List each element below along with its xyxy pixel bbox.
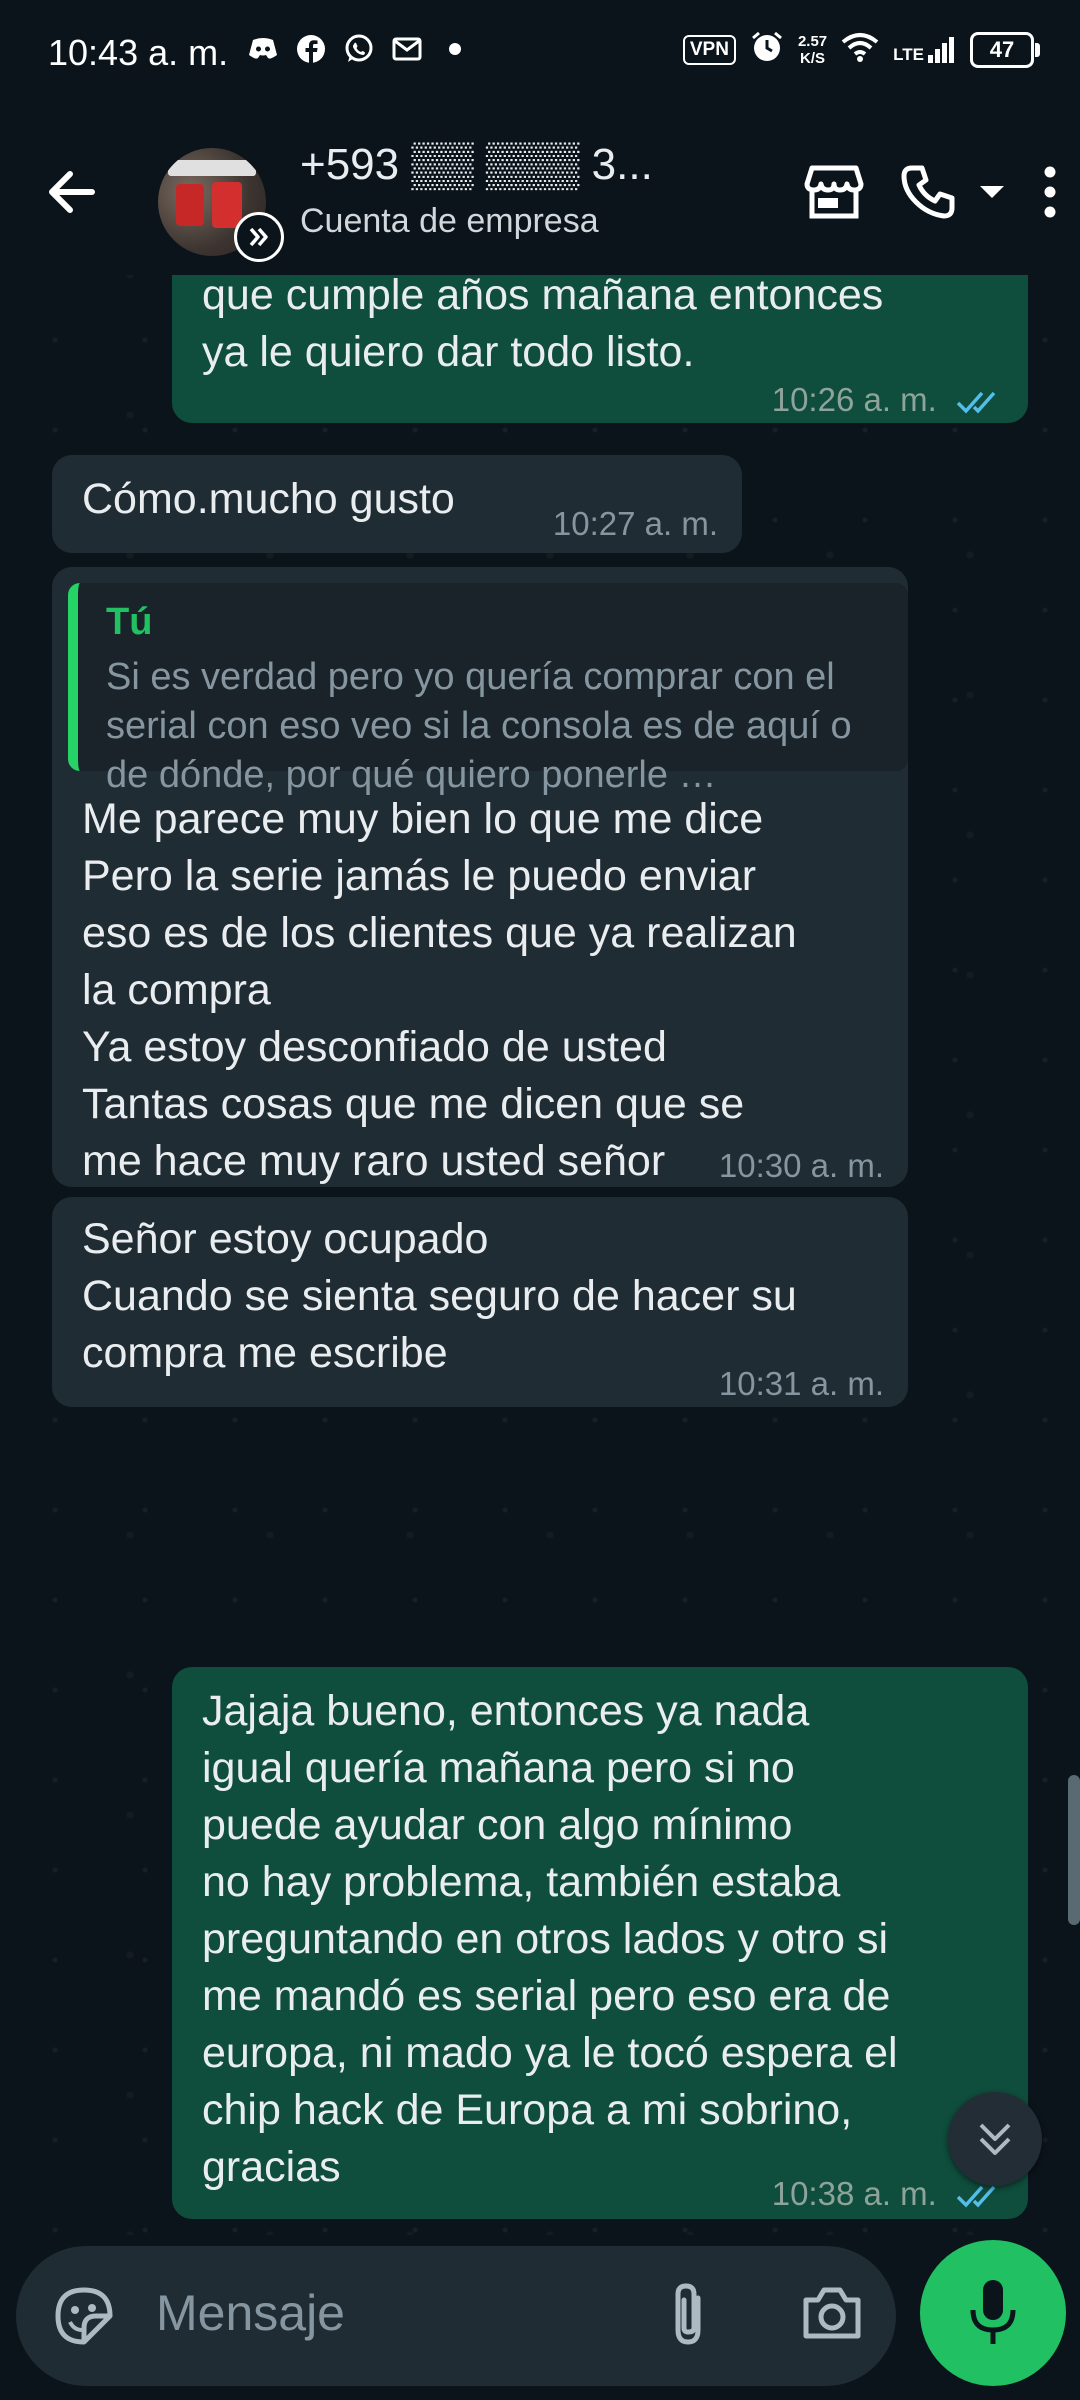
message-list[interactable]: que cumple años mañana entonces ya le qu… [0,275,1080,2235]
mic-icon [970,2280,1016,2344]
vpn-badge: VPN [682,34,736,65]
arrow-left-icon[interactable] [42,162,102,227]
message-time: 10:31 a. m. [718,1365,884,1402]
message-time: 10:26 a. m. [772,381,1004,419]
incoming-message[interactable]: Cómo.mucho gusto 10:27 a. m. [52,455,742,553]
net-speed-unit: K/S [800,49,826,67]
outgoing-message[interactable]: Jajaja bueno, entonces ya nada igual que… [172,1667,1028,2219]
discord-icon [246,32,280,66]
mail-icon [390,32,424,66]
camera-icon[interactable] [800,2284,864,2347]
message-text: que cumple años mañana entonces ya le qu… [202,275,884,376]
read-ticks-icon [956,2186,996,2208]
chat-header: +593 ▒▒ ▒▒▒ 3... Cuenta de empresa [0,110,1080,275]
contact-subtitle: Cuenta de empresa [300,202,599,240]
message-time-text: 10:38 a. m. [771,2175,937,2212]
double-chevron-down-icon[interactable] [948,2092,1042,2186]
net-speed-value: 2.57 [797,32,828,50]
incoming-message[interactable]: Señor estoy ocupado Cuando se sienta seg… [52,1197,908,1407]
quote-author: Tú [106,601,153,643]
business-badge-icon [234,212,284,262]
more-notifications-dot-icon [438,32,472,66]
paperclip-icon[interactable] [666,2280,710,2357]
header-actions [804,162,1060,227]
wifi-icon [841,32,879,67]
whatsapp-icon [342,32,376,66]
contact-name[interactable]: +593 ▒▒ ▒▒▒ 3... [300,140,653,190]
chat-scrollbar[interactable] [1068,1775,1080,1925]
status-time: 10:43 a. m. [48,32,229,73]
network-type: LTE [893,44,924,64]
outgoing-message[interactable]: que cumple años mañana entonces ya le qu… [172,275,1028,423]
alarm-icon [750,30,784,69]
notification-icons [246,32,472,66]
facebook-icon [294,32,328,66]
message-input[interactable]: Mensaje [156,2284,345,2342]
battery-indicator: 47 [970,31,1040,68]
incoming-message[interactable]: Tú Si es verdad pero yo quería comprar c… [52,567,908,1356]
message-text: Jajaja bueno, entonces ya nada igual que… [202,1687,898,2191]
more-vert-icon[interactable] [1040,164,1060,225]
signal-bars-icon [928,36,954,63]
call-options-chevron-icon[interactable] [978,182,1006,207]
message-time: 10:27 a. m. [552,505,718,542]
net-speed: 2.57 K/S [798,33,827,67]
message-time: 10:30 a. m. [718,1147,884,1184]
message-text: Cómo.mucho gusto [82,475,455,523]
emoji-sticker-icon[interactable] [52,2284,116,2353]
store-icon[interactable] [804,164,864,225]
mic-button[interactable] [920,2240,1066,2386]
status-bar: 10:43 a. m. VPN 2.57 K/S LTE 47 [0,0,1080,110]
read-ticks-icon [956,392,996,414]
phone-icon[interactable] [898,162,958,227]
message-text: Señor estoy ocupado Cuando se sienta seg… [82,1215,797,1377]
status-right: VPN 2.57 K/S LTE 47 [682,30,1040,69]
quoted-reply[interactable]: Tú Si es verdad pero yo quería comprar c… [68,583,908,796]
system-nav-bar [0,2386,1080,2400]
signal-indicator: LTE [893,35,956,65]
message-time: 10:38 a. m. [772,2175,1004,2213]
quote-text: Si es verdad pero yo quería comprar con … [106,656,852,796]
message-time-text: 10:26 a. m. [771,381,937,418]
message-composer[interactable]: Mensaje [16,2246,896,2386]
